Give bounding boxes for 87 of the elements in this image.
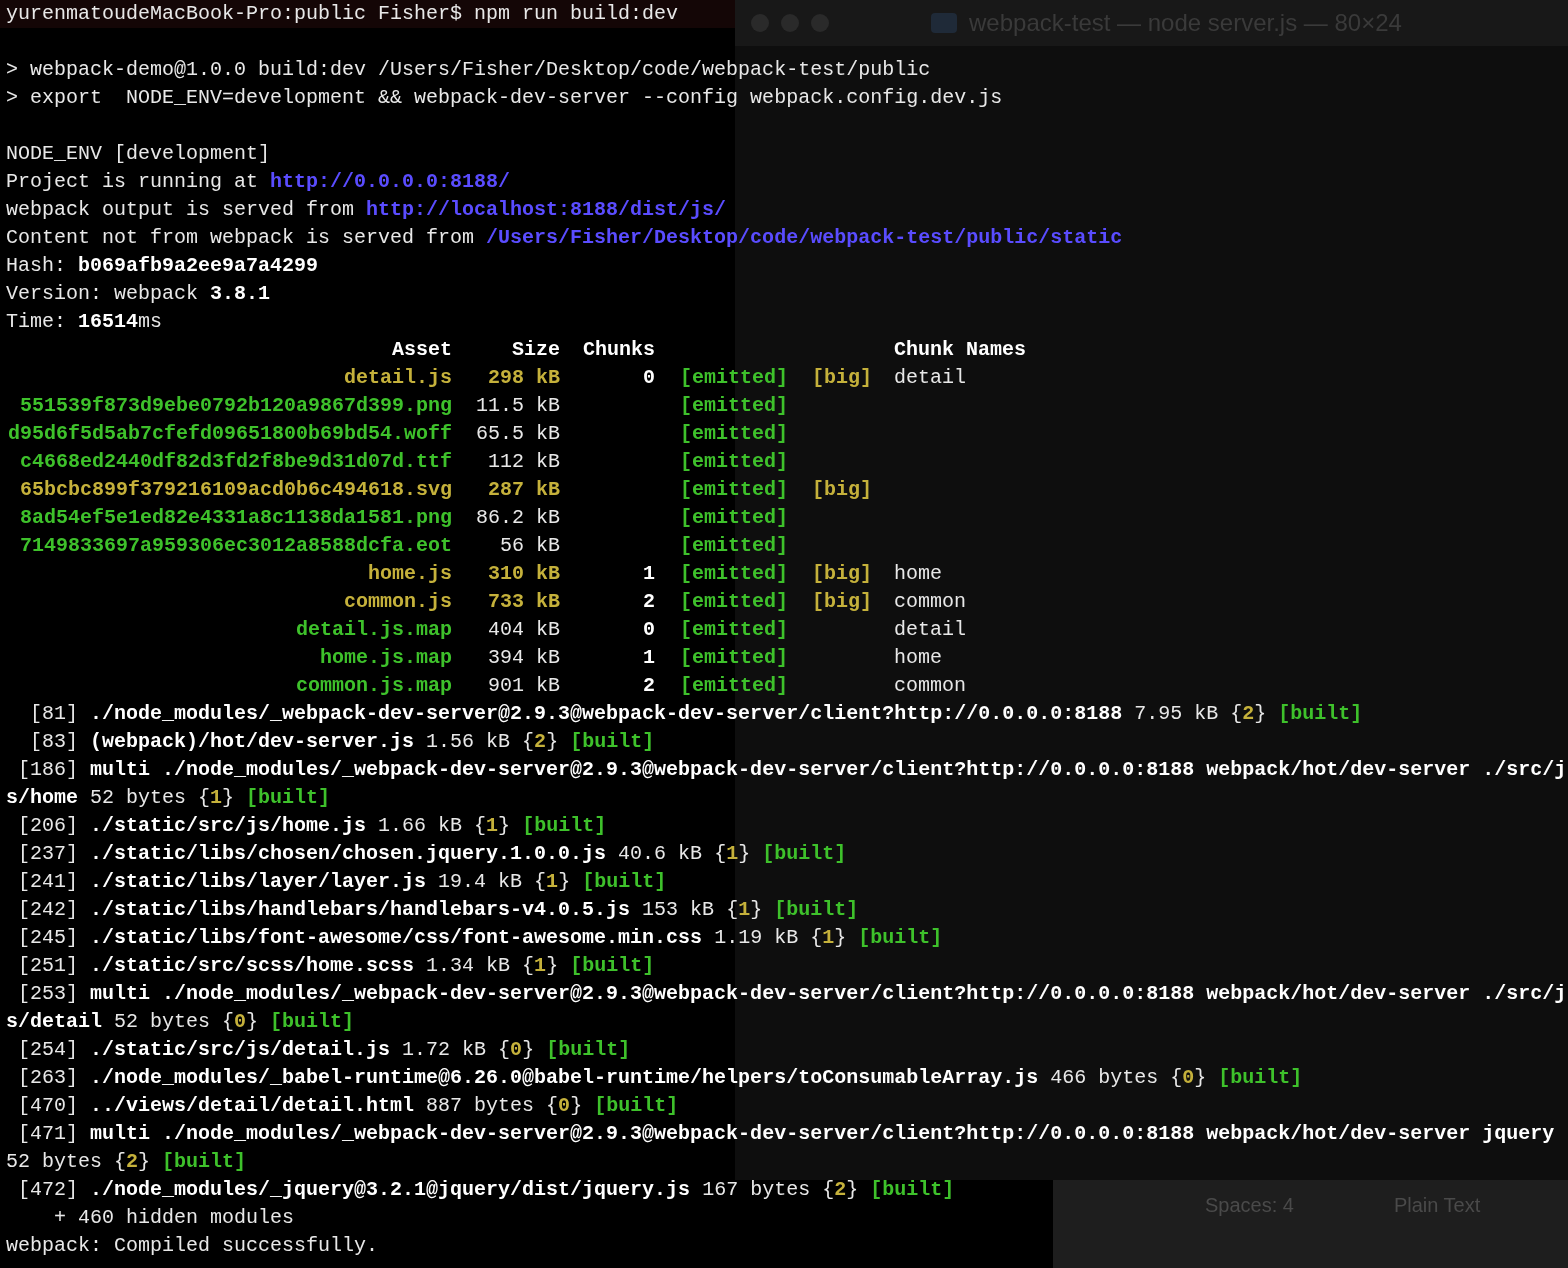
- terminal-line: Content not from webpack is served from /Users/Fisher/Desktop/code/webpack-test/public/static: [6, 226, 1123, 249]
- terminal-line: [253] multi ./node_modules/_webpack-dev-server@2.9.3@webpack-dev-server/client?http://0.0.0.0:8188 webpack/hot/dev-server ./src/j: [17, 982, 1567, 1005]
- terminal-line: s/detail 52 bytes {0} [built]: [6, 1010, 355, 1033]
- chunk-name: detail: [894, 365, 966, 391]
- asset-size: 310 kB: [488, 561, 560, 587]
- chunk-id: 0: [643, 365, 655, 391]
- column-header: Asset: [392, 337, 452, 363]
- status-tag: [big]: [812, 560, 872, 588]
- asset-name: home.js: [368, 561, 452, 587]
- status-tag: [emitted]: [680, 420, 789, 448]
- asset-name: c4668ed2440df82d3fd2f8be9d31d07d.ttf: [19, 449, 452, 475]
- terminal-line: [472] ./node_modules/_jquery@3.2.1@jquery/dist/jquery.js 167 bytes {2} [built]: [17, 1178, 955, 1201]
- terminal-line: [263] ./node_modules/_babel-runtime@6.26.0@babel-runtime/helpers/toConsumableArray.js 466 bytes {0} [built]: [17, 1066, 1303, 1089]
- terminal-line: [81] ./node_modules/_webpack-dev-server@2.9.3@webpack-dev-server/client?http://0.0.0.0:8188 7.95 kB {2} [built]: [29, 702, 1363, 725]
- chunk-id: 2: [643, 673, 655, 699]
- status-tag: [emitted]: [680, 644, 789, 672]
- asset-size: 287 kB: [488, 477, 560, 503]
- terminal-line: Time: 16514ms: [6, 310, 163, 333]
- chunk-id: 1: [643, 561, 655, 587]
- asset-name: common.js.map: [295, 673, 452, 699]
- chunk-name: common: [894, 673, 966, 699]
- column-header: Chunk Names: [894, 337, 1027, 363]
- terminal-line: [242] ./static/libs/handlebars/handlebars-v4.0.5.js 153 kB {1} [built]: [17, 898, 859, 921]
- asset-size: 901 kB: [488, 673, 560, 699]
- chunk-id: 0: [643, 617, 655, 643]
- asset-size: 394 kB: [488, 645, 560, 671]
- asset-name: common.js: [343, 589, 452, 615]
- terminal-line: [241] ./static/libs/layer/layer.js 19.4 kB {1} [built]: [17, 870, 667, 893]
- terminal-line: Version: webpack 3.8.1: [6, 282, 271, 305]
- terminal-line: [251] ./static/src/scss/home.scss 1.34 kB {1} [built]: [17, 954, 655, 977]
- terminal-line: webpack: Compiled successfully.: [6, 1234, 379, 1257]
- chunk-name: common: [894, 589, 966, 615]
- terminal-line: > webpack-demo@1.0.0 build:dev /Users/Fisher/Desktop/code/webpack-test/public: [6, 58, 931, 81]
- terminal-line: [471] multi ./node_modules/_webpack-dev-server@2.9.3@webpack-dev-server/client?http://0.0.0.0:8188 webpack/hot/dev-server jquery: [17, 1122, 1555, 1145]
- terminal-line: s/home 52 bytes {1} [built]: [6, 786, 331, 809]
- terminal-line: [470] ../views/detail/detail.html 887 bytes {0} [built]: [17, 1094, 679, 1117]
- status-tag: [emitted]: [680, 672, 789, 700]
- status-tag: [emitted]: [680, 448, 789, 476]
- status-tag: [big]: [812, 476, 872, 504]
- terminal-line: + 460 hidden modules: [53, 1206, 295, 1229]
- status-tag: [big]: [812, 588, 872, 616]
- asset-name: detail.js.map: [295, 617, 452, 643]
- terminal-line: [83] (webpack)/hot/dev-server.js 1.56 kB {2} [built]: [29, 730, 655, 753]
- asset-name: detail.js: [343, 365, 452, 391]
- terminal-line: NODE_ENV [development]: [6, 142, 271, 165]
- asset-name: home.js.map: [319, 645, 452, 671]
- chunk-id: 1: [643, 645, 655, 671]
- asset-name: 8ad54ef5e1ed82e4331a8c1138da1581.png: [19, 505, 452, 531]
- column-header: Size: [512, 337, 560, 363]
- asset-size: 11.5 kB: [476, 393, 560, 419]
- folder-icon: [931, 13, 957, 33]
- status-tag: [emitted]: [680, 504, 789, 532]
- terminal-line: 52 bytes {2} [built]: [6, 1150, 247, 1173]
- asset-name: 65bcbc899f379216109acd0b6c494618.svg: [19, 477, 452, 503]
- shell-prompt: yurenmatoudeMacBook-Pro:public Fisher$ npm run build:dev: [6, 2, 679, 25]
- asset-size: 56 kB: [500, 533, 560, 559]
- status-tag: [emitted]: [680, 616, 789, 644]
- asset-name: 551539f873d9ebe0792b120a9867d399.png: [19, 393, 452, 419]
- asset-name: d95d6f5d5ab7cfefd09651800b69bd54.woff: [7, 421, 452, 447]
- column-header: Chunks: [583, 337, 655, 363]
- terminal-line: [254] ./static/src/js/detail.js 1.72 kB {0} [built]: [17, 1038, 631, 1061]
- asset-size: 65.5 kB: [476, 421, 560, 447]
- terminal-line: [245] ./static/libs/font-awesome/css/font-awesome.min.css 1.19 kB {1} [built]: [17, 926, 943, 949]
- chunk-name: home: [894, 561, 942, 587]
- terminal-line: > export NODE_ENV=development && webpack-dev-server --config webpack.config.dev.js: [6, 86, 1003, 109]
- status-tag: [big]: [812, 364, 872, 392]
- status-tag: [emitted]: [680, 476, 789, 504]
- status-tag: [emitted]: [680, 588, 789, 616]
- terminal-line: Project is running at http://0.0.0.0:8188/: [6, 170, 511, 193]
- status-tag: [emitted]: [680, 392, 789, 420]
- terminal-line: Hash: b069afb9a2ee9a7a4299: [6, 254, 319, 277]
- terminal-line: [237] ./static/libs/chosen/chosen.jquery.1.0.0.js 40.6 kB {1} [built]: [17, 842, 847, 865]
- asset-size: 112 kB: [488, 449, 560, 475]
- chunk-name: home: [894, 645, 942, 671]
- asset-size: 86.2 kB: [476, 505, 560, 531]
- status-tag: [emitted]: [680, 560, 789, 588]
- chunk-name: detail: [894, 617, 966, 643]
- terminal-line: [206] ./static/src/js/home.js 1.66 kB {1} [built]: [17, 814, 607, 837]
- terminal-line: webpack output is served from http://localhost:8188/dist/js/: [6, 198, 727, 221]
- chunk-id: 2: [643, 589, 655, 615]
- asset-size: 733 kB: [488, 589, 560, 615]
- asset-size: 298 kB: [488, 365, 560, 391]
- asset-size: 404 kB: [488, 617, 560, 643]
- asset-name: 7149833697a959306ec3012a8588dcfa.eot: [19, 533, 452, 559]
- status-tag: [emitted]: [680, 532, 789, 560]
- terminal-line: [186] multi ./node_modules/_webpack-dev-server@2.9.3@webpack-dev-server/client?http://0.0.0.0:8188 webpack/hot/dev-server ./src/j: [17, 758, 1567, 781]
- status-tag: [emitted]: [680, 364, 789, 392]
